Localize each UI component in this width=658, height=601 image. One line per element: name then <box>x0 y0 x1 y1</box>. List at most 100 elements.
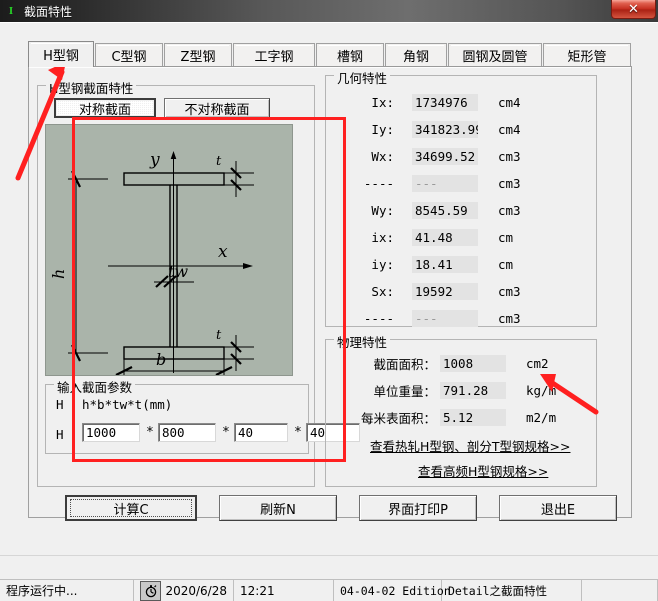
page-highlight <box>29 67 631 68</box>
format-prefix-label: H <box>56 397 64 412</box>
property-label: ---- <box>363 176 394 191</box>
property-value: 18.41 <box>412 256 478 273</box>
tab-highlight <box>236 45 312 46</box>
svg-text:y: y <box>149 150 160 170</box>
property-label: 截面面积： <box>373 357 436 372</box>
tab-strip: H型钢 C型钢 Z型钢 工字钢 槽钢 角钢 圆钢及圆管 矩形管 <box>28 41 632 67</box>
svg-text:tw: tw <box>168 262 188 281</box>
print-screen-button[interactable]: 界面打印P <box>359 495 477 521</box>
svg-text:x: x <box>218 242 228 262</box>
separator-2: * <box>222 425 230 440</box>
button-label: 退出E <box>540 502 576 518</box>
tab-highlight <box>546 45 628 46</box>
property-value: 1734976 <box>412 94 478 111</box>
client-area: H型钢 C型钢 Z型钢 工字钢 槽钢 角钢 圆钢及圆管 矩形管 H型钢截面特性 … <box>0 22 658 555</box>
exit-button[interactable]: 退出E <box>499 495 617 521</box>
tab-highlight <box>98 45 160 46</box>
svg-text:t: t <box>216 154 222 169</box>
hot-rolled-spec-link[interactable]: 查看热轧H型钢、剖分T型钢规格>> <box>370 436 570 455</box>
tab-round-bar-pipe[interactable]: 圆钢及圆管 <box>448 43 542 67</box>
tab-label: 矩形管 <box>567 50 607 65</box>
symmetric-section-button[interactable]: 对称截面 <box>54 98 156 118</box>
tab-angle[interactable]: 角钢 <box>385 43 447 67</box>
physical-properties-group: 物理特性 截面面积： 1008 cm2 单位重量： 791.28 kg/m 每米… <box>325 332 598 487</box>
tab-page-h-section: H型钢截面特性 对称截面 不对称截面 y x h b tw t t 输入截面参数… <box>28 66 632 521</box>
property-unit: cm3 <box>498 203 521 218</box>
web-thickness-input[interactable]: 40 <box>234 423 288 442</box>
group-title: H型钢截面特性 <box>46 78 137 97</box>
property-label: Wy: <box>371 203 394 218</box>
tab-label: Z型钢 <box>180 50 216 65</box>
height-input[interactable]: 1000 <box>82 423 140 442</box>
geometry-row: Iy: 341823.99 cm4 <box>326 121 598 138</box>
tab-highlight <box>319 45 381 46</box>
high-frequency-spec-link[interactable]: 查看高频H型钢规格>> <box>418 461 548 480</box>
tab-rect-tube[interactable]: 矩形管 <box>543 43 631 67</box>
clock-glyph <box>145 584 157 597</box>
window-title: 截面特性 <box>24 4 73 19</box>
property-unit: cm3 <box>498 176 521 191</box>
status-edition: 04-04-02 Edition <box>334 580 451 601</box>
property-value: 8545.59 <box>412 202 478 219</box>
geometry-row: ---- --- cm3 <box>326 310 598 327</box>
property-unit: cm3 <box>498 149 521 164</box>
tab-highlight <box>167 45 229 46</box>
refresh-button[interactable]: 刷新N <box>219 495 337 521</box>
property-label: Wx: <box>371 149 394 164</box>
format-text-label: h*b*tw*t(mm) <box>82 397 173 412</box>
tab-h-section[interactable]: H型钢 <box>28 41 94 67</box>
group-title: 物理特性 <box>334 332 391 351</box>
calculate-button[interactable]: 计算C <box>65 495 197 521</box>
property-label: Iy: <box>371 122 394 137</box>
status-extra <box>582 580 658 601</box>
tab-highlight <box>31 43 91 44</box>
physical-row: 截面面积： 1008 cm2 <box>326 354 598 373</box>
status-message: 程序运行中... <box>0 580 134 601</box>
status-bar-cells: 程序运行中... 2020/6/28 12:21 04-04-02 Editio… <box>0 579 658 601</box>
button-label: 不对称截面 <box>184 102 250 118</box>
property-label: Sx: <box>371 284 394 299</box>
tab-i-beam[interactable]: 工字钢 <box>233 43 315 67</box>
property-value: 341823.99 <box>412 121 478 138</box>
property-unit: cm2 <box>526 356 549 371</box>
h-section-properties-group: H型钢截面特性 对称截面 不对称截面 y x h b tw t t 输入截面参数… <box>37 78 360 487</box>
separator-3: * <box>294 425 302 440</box>
tab-c-section[interactable]: C型钢 <box>95 43 163 67</box>
property-unit: cm4 <box>498 122 521 137</box>
svg-text:t: t <box>216 328 222 343</box>
close-button[interactable]: ✕ <box>611 0 656 19</box>
geometry-row: ---- --- cm3 <box>326 175 598 192</box>
tab-label: 圆钢及圆管 <box>462 50 528 65</box>
input-parameters-group: 输入截面参数 H h*b*tw*t(mm) H 1000 * 800 * 40 … <box>45 377 360 454</box>
tab-z-section[interactable]: Z型钢 <box>164 43 232 67</box>
property-value: 791.28 <box>440 382 506 399</box>
property-unit: cm <box>498 257 514 272</box>
button-label: 刷新N <box>260 502 296 518</box>
physical-row: 每米表面积： 5.12 m2/m <box>326 408 598 427</box>
tab-label: 槽钢 <box>336 50 363 65</box>
width-input[interactable]: 800 <box>158 423 216 442</box>
geometry-row: Wy: 8545.59 cm3 <box>326 202 598 219</box>
property-label: 每米表面积： <box>360 411 436 426</box>
physical-row: 单位重量： 791.28 kg/m <box>326 381 598 400</box>
tab-label: H型钢 <box>43 49 79 64</box>
status-datetime: 2020/6/28 <box>134 580 234 601</box>
button-label: 计算C <box>113 502 149 518</box>
property-label: ---- <box>363 311 394 326</box>
geometry-row: ix: 41.48 cm <box>326 229 598 246</box>
geometry-row: Wx: 34699.52 cm3 <box>326 148 598 165</box>
property-value: 41.48 <box>412 229 478 246</box>
tab-channel[interactable]: 槽钢 <box>316 43 384 67</box>
property-unit: cm3 <box>498 284 521 299</box>
separator-1: * <box>146 425 154 440</box>
property-unit: m2/m <box>526 410 557 425</box>
status-module: Detail之截面特性 <box>442 580 582 601</box>
asymmetric-section-button[interactable]: 不对称截面 <box>164 98 270 118</box>
h-section-diagram: y x h b tw t t <box>45 124 293 376</box>
geometry-row: iy: 18.41 cm <box>326 256 598 273</box>
status-bar-divider <box>0 555 658 556</box>
property-value: 1008 <box>440 355 506 372</box>
clock-icon <box>140 580 162 601</box>
property-unit: cm3 <box>498 311 521 326</box>
property-value: --- <box>412 175 478 192</box>
